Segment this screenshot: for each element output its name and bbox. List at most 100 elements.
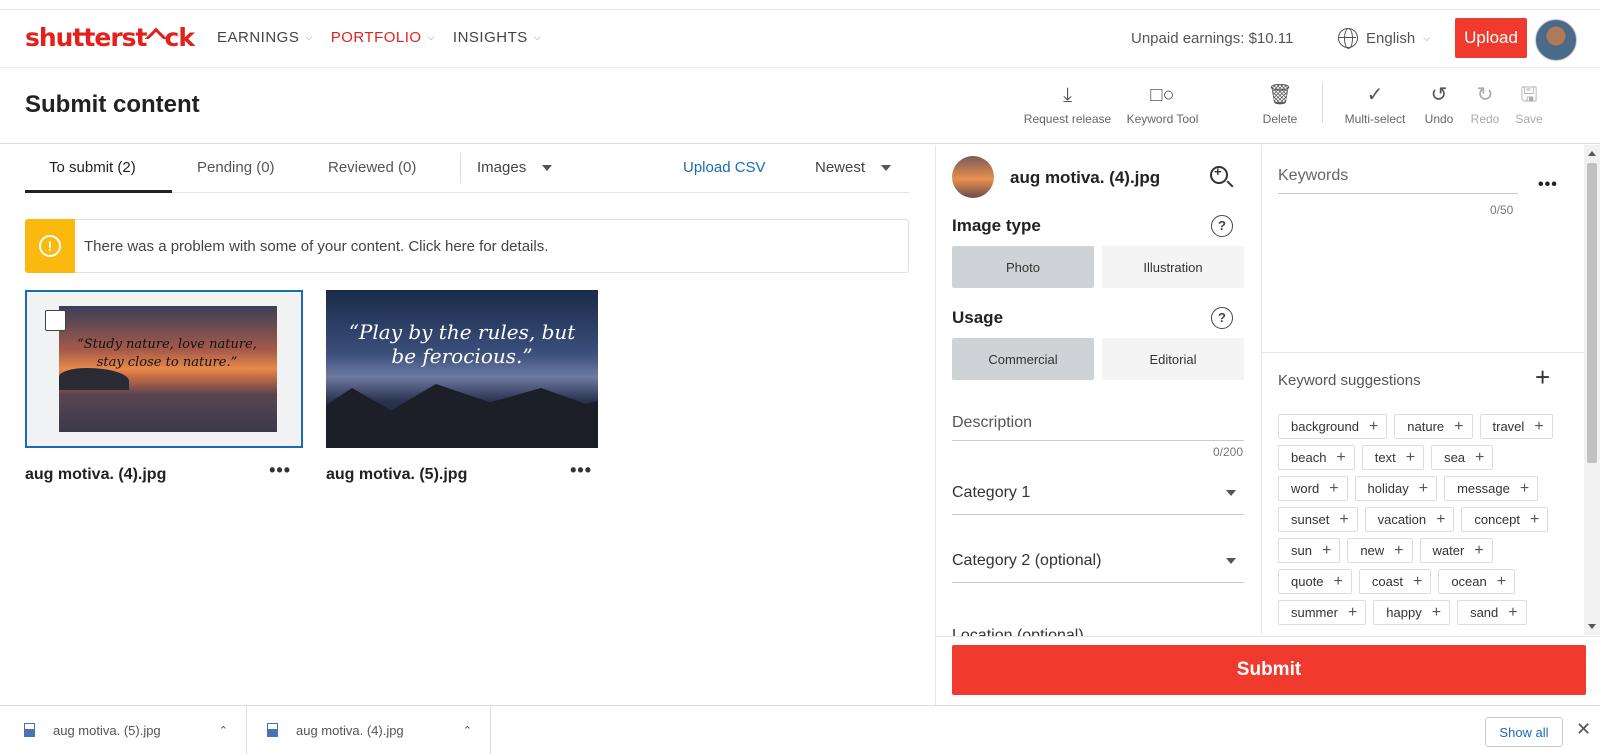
upload-button[interactable]: Upload [1455,18,1527,58]
asset-thumbnail-frame[interactable]: “Study nature, love nature, stay close t… [25,290,303,448]
tab-pending[interactable]: Pending (0) [197,159,275,176]
keyword-tool-button[interactable]: □○ Keyword Tool [1115,83,1210,126]
keyword-suggestion-label: coast [1371,574,1403,589]
nav-earnings[interactable]: EARNINGS ⌵ [217,29,313,46]
keyword-suggestion-chip[interactable]: concept + [1461,507,1549,532]
asset-card[interactable]: “Study nature, love nature, stay close t… [25,290,303,484]
keyword-suggestion-chip[interactable]: word + [1278,476,1348,501]
asset-thumbnail-frame[interactable]: “Play by the rules, but be ferocious.” [326,290,604,448]
close-icon[interactable]: ✕ [1576,719,1591,740]
zoom-in-icon[interactable] [1210,164,1228,184]
asset-card[interactable]: “Play by the rules, but be ferocious.” a… [326,290,604,484]
scroll-down-arrow-icon[interactable] [1588,624,1596,629]
plus-icon: + [1368,417,1379,435]
keywords-input[interactable]: Keywords [1278,167,1518,194]
unpaid-earnings[interactable]: Unpaid earnings: $10.11 [1131,30,1293,47]
show-all-button[interactable]: Show all [1485,717,1563,747]
undo-button[interactable]: ↺ Undo [1415,83,1463,126]
scroll-up-arrow-icon[interactable] [1588,151,1596,156]
content-tabs: To submit (2) Pending (0) Reviewed (0) I… [25,145,909,193]
keyword-suggestion-chip[interactable]: background + [1278,414,1388,439]
keyword-suggestion-chip[interactable]: beach + [1278,445,1355,470]
keyword-suggestions-label: Keyword suggestions [1278,372,1421,389]
media-type-dropdown[interactable]: Images [477,159,553,176]
chevron-up-icon[interactable]: ⌃ [463,724,472,737]
warning-icon: ! [39,235,61,257]
keyword-suggestion-chip[interactable]: sea + [1431,445,1494,470]
keyword-suggestion-chip[interactable]: new + [1347,538,1413,563]
usage-toggle: Commercial Editorial [952,338,1244,380]
plus-icon: + [1333,572,1343,590]
keyword-suggestion-chip[interactable]: sunset + [1278,507,1358,532]
multi-select-button[interactable]: ✓ Multi-select [1335,83,1415,126]
keyword-suggestion-chip[interactable]: water + [1419,538,1493,563]
keyword-suggestion-chip[interactable]: sand + [1457,600,1527,625]
upload-csv-link[interactable]: Upload CSV [683,159,766,176]
nav-portfolio[interactable]: PORTFOLIO ⌵ [331,29,435,46]
sort-dropdown[interactable]: Newest [815,159,892,176]
scrollbar-thumb[interactable] [1587,163,1597,463]
shutterstock-logo[interactable]: shutterst ck [25,23,195,52]
help-icon[interactable]: ? [1211,215,1233,237]
keyword-suggestion-chip[interactable]: happy + [1373,600,1451,625]
category-1-select[interactable]: Category 1 [952,484,1244,515]
image-type-illustration[interactable]: Illustration [1102,246,1244,288]
submit-bar-divider [936,636,1600,637]
more-options-icon[interactable]: ••• [269,460,291,481]
keyword-suggestion-chip[interactable]: travel + [1479,414,1553,439]
keyword-suggestion-label: word [1291,481,1320,496]
keyword-suggestion-chip[interactable]: message + [1444,476,1539,501]
more-options-icon[interactable]: ••• [570,460,592,481]
keywords-more-icon[interactable]: ••• [1538,176,1558,194]
keyword-suggestion-chip[interactable]: nature + [1394,414,1473,439]
keyword-suggestion-label: holiday [1367,481,1409,496]
tab-reviewed[interactable]: Reviewed (0) [328,159,416,176]
keyword-suggestion-chip[interactable]: ocean + [1438,569,1516,594]
asset-filename: aug motiva. (5).jpg [326,466,468,483]
avatar[interactable] [1535,19,1577,61]
keyword-suggestion-chip[interactable]: holiday + [1354,476,1438,501]
add-all-suggestions-icon[interactable]: + [1535,364,1550,390]
keyword-suggestion-chip[interactable]: vacation + [1364,507,1455,532]
save-label: Save [1515,112,1543,126]
chevron-up-icon[interactable]: ⌃ [219,724,228,737]
category-2-select[interactable]: Category 2 (optional) [952,552,1244,583]
help-icon[interactable]: ? [1211,307,1233,329]
image-quote-text: “Study nature, love nature, stay close t… [77,337,257,371]
delete-button[interactable]: 🗑 Delete [1250,83,1310,126]
description-field[interactable]: Description [952,414,1244,441]
usage-editorial[interactable]: Editorial [1102,338,1244,380]
keyword-suggestion-chip[interactable]: text + [1361,445,1425,470]
image-type-photo[interactable]: Photo [952,246,1094,288]
download-item[interactable]: aug motiva. (4).jpg ⌃ [247,706,491,754]
keyword-suggestion-label: quote [1291,574,1324,589]
plus-icon: + [1436,510,1446,528]
tab-to-submit[interactable]: To submit (2) [49,159,136,176]
download-item[interactable]: aug motiva. (5).jpg ⌃ [0,706,247,754]
asset-checkbox[interactable] [45,310,66,331]
keyword-suggestion-label: water [1432,543,1465,558]
keyword-suggestion-chip[interactable]: quote + [1278,569,1352,594]
plus-icon: + [1454,417,1464,435]
plus-icon: + [1329,479,1339,497]
category-1-label: Category 1 [952,484,1031,501]
asset-thumbnail-image: “Study nature, love nature, stay close t… [59,306,277,432]
language-selector[interactable]: English ⌵ [1338,28,1430,49]
save-button[interactable]: 🖫 Save [1507,83,1551,126]
usage-commercial[interactable]: Commercial [952,338,1094,380]
keyword-suggestion-chip[interactable]: summer + [1278,600,1367,625]
submit-button[interactable]: Submit [952,645,1586,695]
usage-heading: Usage [952,308,1004,327]
redo-button[interactable]: ↻ Redo [1463,83,1507,126]
asset-filename: aug motiva. (4).jpg [25,466,167,483]
keyword-suggestion-chip[interactable]: coast + [1358,569,1432,594]
keywords-scrollbar[interactable] [1584,145,1600,635]
nav-insights[interactable]: INSIGHTS ⌵ [453,29,541,46]
request-release-button[interactable]: ⤓ Request release [1020,83,1115,126]
language-label: English [1366,29,1416,47]
keyword-suggestion-chip[interactable]: sun + [1278,538,1341,563]
plus-icon: + [1339,510,1349,528]
content-problem-alert[interactable]: ! There was a problem with some of your … [25,219,909,273]
toolbar: ⤓ Request release □○ Keyword Tool 🗑 Dele… [1020,83,1551,126]
keyword-suggestion-label: sunset [1291,512,1330,527]
